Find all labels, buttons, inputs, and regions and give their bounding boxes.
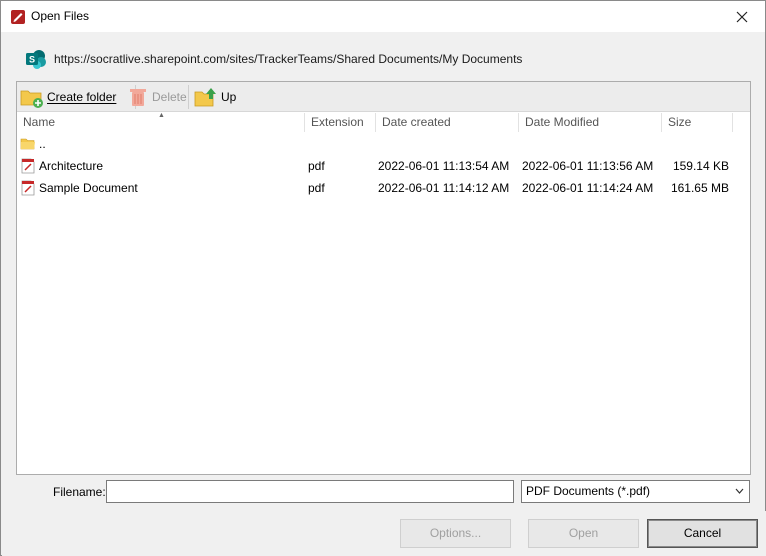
options-button[interactable]: Options... (400, 519, 511, 548)
column-header-size[interactable]: Size (662, 112, 732, 133)
up-label: Up (221, 90, 237, 104)
file-size: 159.14 KB (672, 159, 729, 173)
file-type-selected: PDF Documents (*.pdf) (526, 484, 651, 498)
file-name: Architecture (39, 159, 104, 173)
file-date-created: 2022-06-01 11:14:12 AM (378, 181, 510, 195)
toolbar-separator (188, 85, 189, 109)
cancel-button[interactable]: Cancel (647, 519, 758, 548)
sort-ascending-icon: ▲ (158, 112, 165, 119)
delete-label: Delete (152, 90, 187, 104)
file-row[interactable]: Architecture pdf 2022-06-01 11:13:54 AM … (17, 155, 750, 177)
new-folder-icon (20, 90, 43, 108)
file-name: .. (39, 137, 46, 151)
location-bar: S https://socratlive.sharepoint.com/site… (25, 48, 522, 70)
filename-input[interactable] (106, 480, 514, 503)
pdf-file-icon (21, 180, 35, 196)
folder-icon (20, 138, 35, 150)
close-button[interactable] (719, 1, 765, 32)
file-browser: Create folder Delete Up Name ▲ Extension… (16, 81, 751, 475)
create-folder-button[interactable]: Create folder (20, 84, 116, 110)
open-files-dialog: Open Files S https://socratlive.sharepoi… (0, 0, 766, 556)
column-headers: Name ▲ Extension Date created Date Modif… (17, 112, 750, 133)
file-date-modified: 2022-06-01 11:14:24 AM (522, 181, 654, 195)
column-header-date-created[interactable]: Date created (376, 112, 518, 133)
svg-text:S: S (29, 55, 35, 65)
file-extension: pdf (308, 181, 325, 195)
column-divider[interactable] (732, 113, 733, 132)
close-icon (736, 11, 748, 22)
window-title: Open Files (31, 9, 90, 23)
title-bar: Open Files (1, 1, 765, 32)
file-date-modified: 2022-06-01 11:13:56 AM (522, 159, 654, 173)
trash-icon (130, 89, 146, 106)
open-button[interactable]: Open (528, 519, 639, 548)
file-row[interactable]: Sample Document pdf 2022-06-01 11:14:12 … (17, 177, 750, 199)
pdf-file-icon (21, 158, 35, 174)
file-toolbar: Create folder Delete Up (17, 82, 750, 112)
up-button[interactable]: Up (194, 84, 236, 110)
app-logo-icon (11, 10, 25, 24)
file-extension: pdf (308, 159, 325, 173)
file-size: 161.65 MB (670, 181, 729, 195)
chevron-down-icon (735, 481, 744, 510)
file-date-created: 2022-06-01 11:13:54 AM (378, 159, 510, 173)
sharepoint-icon: S (26, 50, 46, 69)
column-header-extension[interactable]: Extension (305, 112, 375, 133)
folder-up-icon (194, 88, 216, 107)
location-path: https://socratlive.sharepoint.com/sites/… (54, 52, 523, 66)
delete-button[interactable]: Delete (127, 84, 187, 110)
file-name: Sample Document (39, 181, 138, 195)
file-type-select[interactable]: PDF Documents (*.pdf) (521, 480, 750, 503)
create-folder-label: Create folder (47, 90, 117, 104)
filename-label: Filename: (53, 485, 106, 499)
file-row-parent[interactable]: .. (17, 133, 750, 155)
column-header-date-modified[interactable]: Date Modified (519, 112, 661, 133)
